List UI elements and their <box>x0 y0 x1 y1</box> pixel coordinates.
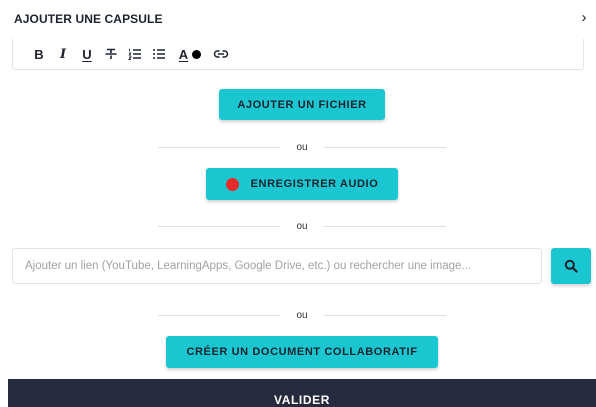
modal-title: AJOUTER UNE CAPSULE <box>14 12 163 26</box>
record-audio-button[interactable]: ENREGISTRER AUDIO <box>206 168 398 200</box>
link-icon[interactable] <box>209 43 233 65</box>
separator-line <box>158 225 281 227</box>
or-label: ou <box>296 141 308 153</box>
record-icon <box>225 177 239 191</box>
italic-icon[interactable]: I <box>51 43 75 65</box>
rich-text-editor[interactable]: B I U A <box>12 39 584 70</box>
modal-header: AJOUTER UNE CAPSULE › <box>0 0 596 38</box>
ordered-list-svg <box>128 48 141 60</box>
text-color-label: A <box>178 46 189 62</box>
close-chevron-icon[interactable]: › <box>576 8 592 28</box>
strikethrough-icon[interactable] <box>99 43 123 65</box>
separator-line <box>158 314 281 316</box>
strikethrough-svg <box>105 48 117 59</box>
validate-button[interactable]: VALIDER <box>8 379 596 407</box>
text-color-swatch <box>192 49 202 59</box>
record-audio-label: ENREGISTRER AUDIO <box>250 178 379 190</box>
underline-icon[interactable]: U <box>75 43 99 65</box>
link-svg <box>213 50 229 58</box>
link-search-input[interactable] <box>12 248 542 284</box>
text-color-icon[interactable]: A <box>171 43 209 65</box>
search-icon <box>564 259 578 273</box>
separator-line <box>158 146 281 148</box>
editor-toolbar: B I U A <box>27 43 233 65</box>
underline-label: U <box>82 46 92 62</box>
separator-line <box>323 314 446 316</box>
or-separator: ou <box>158 308 446 322</box>
or-separator: ou <box>158 140 446 154</box>
italic-label: I <box>59 46 67 62</box>
bullet-list-icon[interactable] <box>147 43 171 65</box>
add-file-button[interactable]: AJOUTER UN FICHIER <box>219 89 385 120</box>
separator-line <box>323 225 446 227</box>
ordered-list-icon[interactable] <box>123 43 147 65</box>
or-label: ou <box>296 220 308 232</box>
bold-label: B <box>34 46 44 62</box>
search-button[interactable] <box>551 248 591 284</box>
separator-line <box>323 146 446 148</box>
create-collaborative-document-button[interactable]: CRÉER UN DOCUMENT COLLABORATIF <box>166 336 438 368</box>
bold-icon[interactable]: B <box>27 43 51 65</box>
or-separator: ou <box>158 219 446 233</box>
or-label: ou <box>296 309 308 321</box>
bullet-list-svg <box>153 49 165 59</box>
